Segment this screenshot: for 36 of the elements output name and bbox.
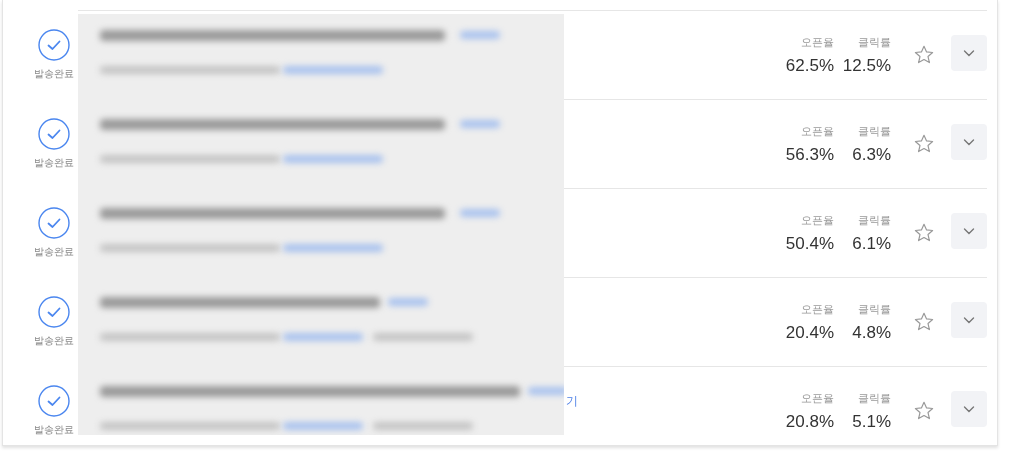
star-icon[interactable]	[913, 400, 935, 422]
status-label: 발송완료	[34, 245, 74, 259]
metric-label: 클릭률	[858, 123, 891, 139]
check-circle-icon	[38, 207, 70, 239]
click-rate: 6.1%	[852, 233, 891, 254]
metric-label: 오픈율	[801, 301, 834, 317]
metric-label: 클릭률	[858, 34, 891, 50]
click-rate: 6.3%	[852, 144, 891, 165]
open-rate: 20.4%	[785, 322, 834, 343]
check-circle-icon	[38, 385, 70, 417]
open-rate: 50.4%	[785, 233, 834, 254]
star-icon[interactable]	[913, 44, 935, 66]
metric-label: 오픈율	[801, 212, 834, 228]
check-circle-icon	[38, 118, 70, 150]
open-rate: 56.3%	[785, 144, 834, 165]
metric-label: 클릭률	[858, 212, 891, 228]
metric-label: 오픈율	[801, 34, 834, 50]
status-label: 발송완료	[34, 67, 74, 81]
click-rate: 12.5%	[842, 55, 891, 76]
metric-label: 오픈율	[801, 123, 834, 139]
status-label: 발송완료	[34, 423, 74, 437]
open-rate: 62.5%	[785, 55, 834, 76]
click-rate: 5.1%	[852, 411, 891, 432]
check-circle-icon	[38, 29, 70, 61]
metric-label: 오픈율	[801, 390, 834, 406]
preview-link[interactable]: 기	[566, 394, 578, 408]
status-label: 발송완료	[34, 334, 74, 348]
star-icon[interactable]	[913, 133, 935, 155]
open-rate: 20.8%	[785, 411, 834, 432]
check-circle-icon	[38, 296, 70, 328]
star-icon[interactable]	[913, 311, 935, 333]
metric-label: 클릭률	[858, 301, 891, 317]
metric-label: 클릭률	[858, 390, 891, 406]
star-icon[interactable]	[913, 222, 935, 244]
click-rate: 4.8%	[852, 322, 891, 343]
status-label: 발송완료	[34, 156, 74, 170]
